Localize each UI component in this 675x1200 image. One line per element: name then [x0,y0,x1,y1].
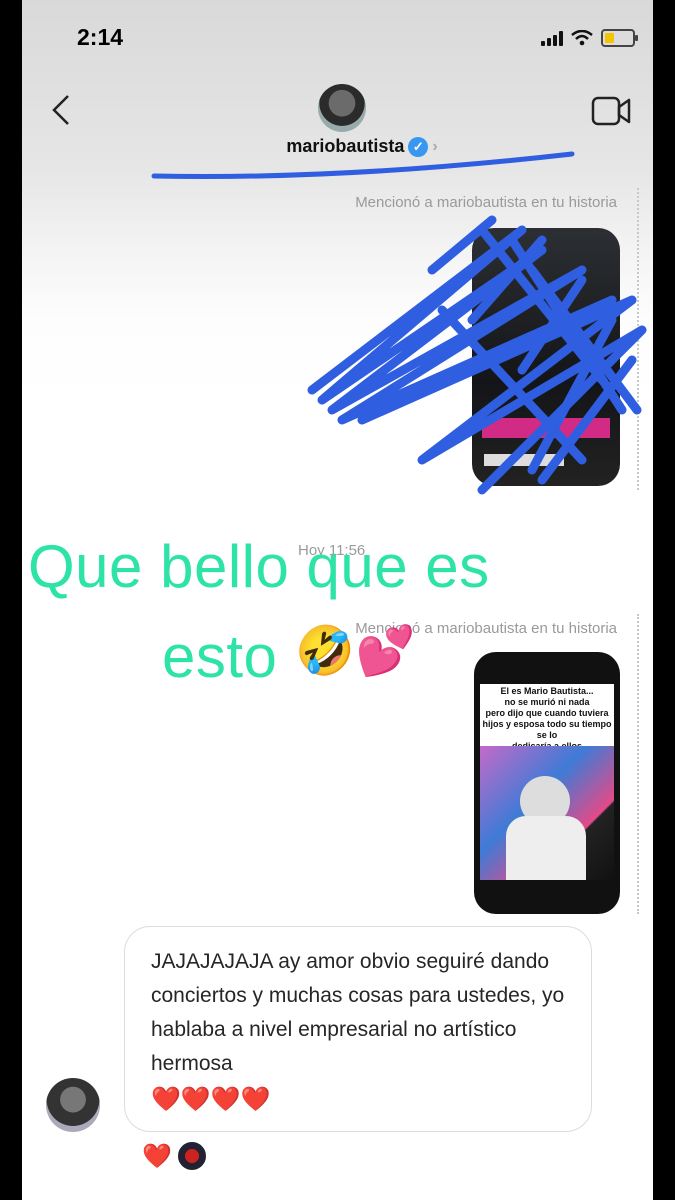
blue-underline-scribble [151,151,575,180]
scribble-overlay [307,215,647,495]
signal-icon [541,30,563,46]
status-time: 2:14 [77,24,124,50]
reactor-avatar [175,1140,208,1172]
sender-avatar[interactable] [46,1078,100,1132]
message-text: JAJAJAJAJA ay amor obvio seguiré dando c… [151,945,571,1117]
avatar[interactable] [318,84,366,132]
heart-reaction-icon: ❤️ [142,1142,172,1170]
overlay-caption-text: esto [162,623,278,690]
dm-screen: 2:14 mariobautista ✓ › Mencionó a mariob… [22,0,653,1200]
reactions[interactable]: ❤️ [142,1140,208,1172]
story-photo [480,746,614,880]
message-emojis: ❤️❤️❤️❤️ [151,1086,271,1113]
status-icons [541,24,638,52]
overlay-caption-line2: esto 🤣💕 [162,622,522,691]
message-bubble[interactable]: JAJAJAJAJA ay amor obvio seguiré dando c… [124,926,592,1132]
story-thumbnail[interactable]: El es Mario Bautista... no se murió ni n… [474,652,620,914]
wifi-icon [571,30,593,46]
overlay-emojis: 🤣💕 [295,625,416,678]
message-body: JAJAJAJAJA ay amor obvio seguiré dando c… [151,950,565,1075]
mention-label: Mencionó a mariobautista en tu historia [355,194,617,211]
battery-icon [601,29,638,47]
overlay-caption-line1: Que bello que es [28,533,490,600]
back-arrow-icon[interactable] [44,92,80,128]
reply-divider [637,614,641,914]
video-call-icon[interactable] [591,94,631,128]
